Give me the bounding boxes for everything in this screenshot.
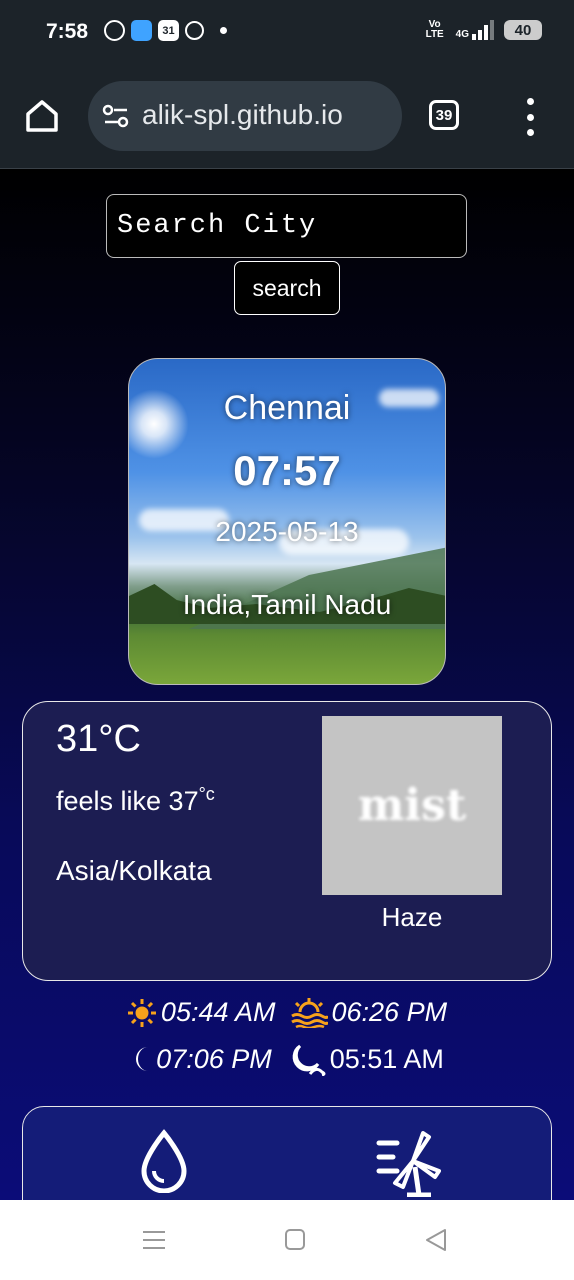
search-button[interactable]: search bbox=[234, 261, 340, 315]
local-time: 07:57 bbox=[233, 447, 341, 494]
volte-indicator: Vo LTE bbox=[425, 19, 444, 40]
recent-apps-button[interactable] bbox=[142, 1228, 166, 1257]
more-options-button[interactable] bbox=[522, 98, 538, 136]
search-city-input[interactable] bbox=[106, 194, 467, 258]
local-date: 2025-05-13 bbox=[215, 516, 359, 547]
menu-lines-icon bbox=[143, 1231, 165, 1249]
moon-icon bbox=[136, 1047, 149, 1071]
square-icon bbox=[285, 1229, 305, 1250]
site-settings-button[interactable] bbox=[102, 103, 130, 129]
details-card bbox=[22, 1106, 552, 1200]
signal-icon bbox=[472, 20, 494, 40]
timezone: Asia/Kolkata bbox=[56, 855, 212, 886]
sunrise-time: 05:44 AM bbox=[160, 997, 276, 1027]
messenger-icon bbox=[185, 21, 204, 40]
notification-icons: 31 bbox=[104, 20, 227, 41]
sun-icon bbox=[127, 998, 156, 1027]
home-icon bbox=[26, 100, 58, 132]
sunrise: 05:44 AM bbox=[127, 997, 276, 1028]
calendar-icon: 31 bbox=[158, 20, 179, 41]
tune-icon bbox=[102, 104, 129, 128]
weather-image-text: mist bbox=[357, 780, 467, 831]
temperature: 31°C bbox=[56, 718, 141, 760]
city-region: India,Tamil Nadu bbox=[182, 589, 392, 620]
browser-toolbar: alik-spl.github.io 39 bbox=[0, 66, 574, 169]
network-type: 4G bbox=[455, 29, 469, 40]
sunset: 06:26 PM bbox=[290, 997, 448, 1028]
tab-switcher-button[interactable]: 39 bbox=[429, 100, 459, 130]
whatsapp-icon bbox=[104, 20, 125, 41]
moonset: 05:51 AM bbox=[286, 1042, 444, 1076]
weather-condition-image: mist bbox=[322, 716, 502, 895]
moon-times-row: 07:06 PM 05:51 AM bbox=[0, 1042, 574, 1076]
sunset-icon bbox=[290, 997, 328, 1028]
sun-times-row: 05:44 AM 06:26 PM bbox=[0, 997, 574, 1028]
moonset-icon bbox=[292, 1044, 326, 1076]
app-notification-icon bbox=[131, 20, 152, 41]
home-button[interactable] bbox=[22, 96, 62, 136]
city-name: Chennai bbox=[223, 389, 351, 427]
sunset-time: 06:26 PM bbox=[331, 997, 448, 1027]
moonrise-time: 07:06 PM bbox=[156, 1043, 272, 1074]
menu-dot-icon bbox=[526, 98, 534, 105]
wind-turbine-icon bbox=[376, 1131, 441, 1197]
feels-like: feels like 37°c bbox=[56, 784, 215, 816]
weather-condition: Haze bbox=[381, 902, 443, 932]
back-triangle-icon bbox=[426, 1229, 446, 1251]
city-card: Chennai 07:57 2025-05-13 India,Tamil Nad… bbox=[128, 358, 446, 685]
weather-card: 31°C feels like 37°c Asia/Kolkata mist H… bbox=[22, 701, 552, 981]
status-time: 7:58 bbox=[46, 20, 89, 43]
moonrise: 07:06 PM bbox=[130, 1044, 272, 1075]
home-nav-button[interactable] bbox=[284, 1228, 306, 1257]
back-nav-button[interactable] bbox=[424, 1228, 448, 1257]
more-notifications-dot bbox=[220, 27, 227, 34]
url-text: alik-spl.github.io bbox=[142, 99, 343, 130]
system-navigation-bar bbox=[0, 1200, 574, 1280]
status-bar: 7:58 31 Vo LTE 4G 40 bbox=[0, 0, 574, 66]
humidity-drop-icon bbox=[141, 1129, 187, 1193]
moonset-time: 05:51 AM bbox=[329, 1043, 444, 1074]
address-bar[interactable]: alik-spl.github.io bbox=[88, 81, 402, 151]
battery-icon: 40 bbox=[504, 20, 542, 40]
web-page: search Chennai 07:57 2025-05-13 India,Ta… bbox=[0, 169, 574, 1200]
